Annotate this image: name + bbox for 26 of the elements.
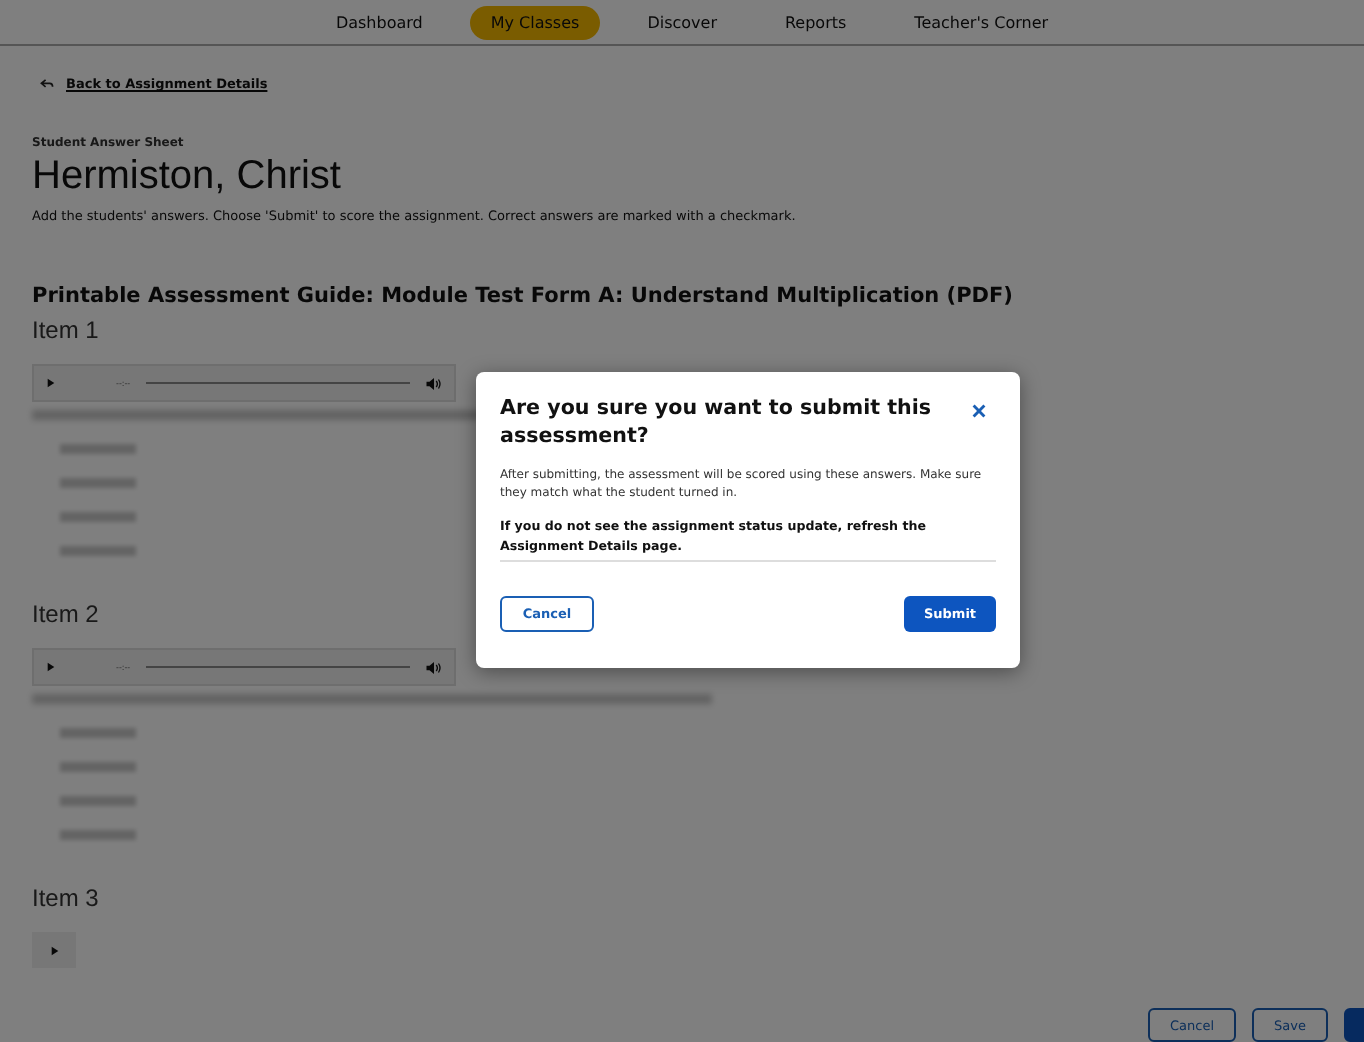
play-icon[interactable]	[46, 378, 56, 388]
blurred-answer-option	[60, 444, 136, 454]
nav-tab[interactable]: My Classes	[470, 5, 600, 39]
blurred-answer-option	[60, 762, 136, 772]
item-heading: Item 2	[32, 600, 99, 628]
nav-tab[interactable]: Teacher's Corner	[894, 5, 1069, 39]
guide-title: Printable Assessment Guide: Module Test Form A: Understand Multiplication (PDF)	[32, 284, 1015, 308]
nav-tab[interactable]: Reports	[764, 5, 867, 39]
student-name-heading: Hermiston, Christ	[32, 154, 343, 200]
item-heading: Item 1	[32, 316, 99, 344]
volume-icon[interactable]	[426, 377, 442, 389]
nav-tab[interactable]: Dashboard	[315, 5, 443, 39]
blurred-answer-option	[60, 728, 136, 738]
back-arrow-icon	[40, 78, 54, 90]
nav-tab[interactable]: Discover	[627, 5, 737, 39]
volume-icon[interactable]	[426, 661, 442, 673]
play-icon[interactable]	[49, 945, 59, 955]
blurred-answer-option	[60, 512, 136, 522]
blurred-answer-option	[60, 546, 136, 556]
blurred-answer-option	[60, 478, 136, 488]
item-heading: Item 3	[32, 884, 99, 912]
play-icon[interactable]	[46, 662, 56, 672]
blurred-answer-option	[60, 796, 136, 806]
dialog-title: Are you sure you want to submit this assessment?	[500, 394, 934, 452]
close-icon[interactable]	[970, 402, 988, 420]
blurred-answer-option	[60, 830, 136, 840]
